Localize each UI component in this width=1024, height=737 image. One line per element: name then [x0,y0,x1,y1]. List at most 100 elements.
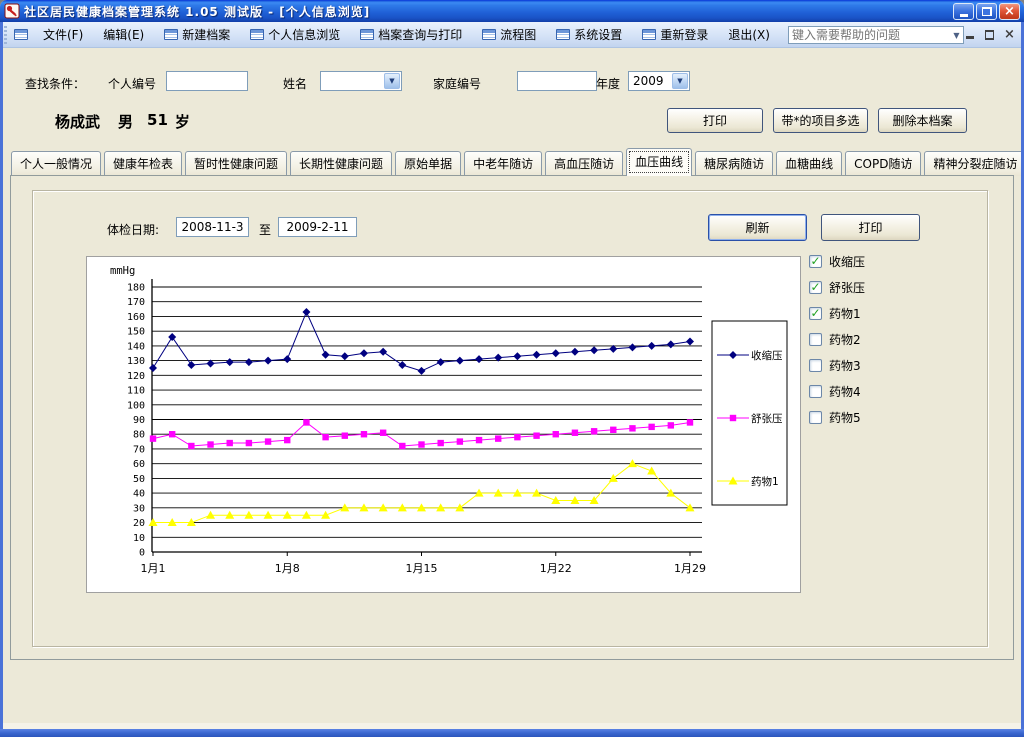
tab-diabetes-followup[interactable]: 糖尿病随访 [695,151,773,176]
menu-item-exit[interactable]: 退出(X) [719,23,779,46]
svg-text:140: 140 [127,341,145,352]
svg-text:10: 10 [133,533,145,544]
svg-text:药物1: 药物1 [751,475,779,488]
checkbox-label-drug4: 药物4 [829,383,861,400]
year-combobox-arrow-icon[interactable]: ▼ [672,73,688,89]
checkbox-drug2[interactable] [809,333,822,346]
checkbox-drug4[interactable] [809,385,822,398]
print-chart-button[interactable]: 打印 [821,214,920,241]
patient-info: 杨成武 男 51 岁 [55,111,190,132]
checkbox-systolic[interactable]: ✓ [809,255,822,268]
family-id-label: 家庭编号 [433,75,481,92]
tab-schizophrenia-followup[interactable]: 精神分裂症随访 [924,151,1024,176]
window-border-left [0,22,3,737]
year-combobox[interactable]: 2009 ▼ [628,71,690,91]
help-dropdown-icon[interactable]: ▼ [950,31,963,40]
child-restore-icon [985,31,994,39]
svg-text:110: 110 [127,386,145,397]
checkbox-row-drug1: ✓药物1 [809,300,865,326]
menu-item-relogin[interactable]: 重新登录 [633,23,717,46]
menu-item-record-query-print[interactable]: 档案查询与打印 [351,23,471,46]
minimize-icon [960,14,968,17]
refresh-button[interactable]: 刷新 [708,214,807,241]
delete-record-button[interactable]: 删除本档案 [878,108,967,133]
form-icon [250,29,264,40]
form-icon [482,29,496,40]
patient-age-unit: 岁 [175,111,190,132]
personal-id-input[interactable] [166,71,248,91]
checkbox-drug5[interactable] [809,411,822,424]
checkbox-row-drug3: 药物3 [809,352,865,378]
svg-text:50: 50 [133,474,145,485]
title-bar: 社区居民健康档案管理系统 1.05 测试版 - [个人信息浏览] × [0,0,1024,22]
tab-middle-aged-followup[interactable]: 中老年随访 [464,151,542,176]
window-border-bottom [0,729,1024,737]
checkbox-row-drug2: 药物2 [809,326,865,352]
checkbox-drug3[interactable] [809,359,822,372]
menu-item-edit[interactable]: 编辑(E) [94,23,153,46]
checkbox-drug1[interactable]: ✓ [809,307,822,320]
name-combobox-arrow-icon[interactable]: ▼ [384,73,400,89]
print-record-button[interactable]: 打印 [667,108,763,133]
checkbox-row-drug5: 药物5 [809,404,865,430]
checkbox-row-diastolic: ✓舒张压 [809,274,865,300]
svg-text:收缩压: 收缩压 [751,349,783,362]
child-window-icon [14,29,28,40]
bp-curve-inner-panel: 体检日期: 至 刷新 打印 01020304050607080901001101… [32,190,988,647]
date-from-input[interactable] [176,217,249,237]
tab-copd-followup[interactable]: COPD随访 [845,151,921,176]
tab-long-term-health-issues[interactable]: 长期性健康问题 [290,151,392,176]
child-close-button[interactable]: × [1003,27,1016,42]
svg-text:mmHg: mmHg [110,265,135,277]
app-window: 社区居民健康档案管理系统 1.05 测试版 - [个人信息浏览] × 文件(F)… [0,0,1024,737]
svg-text:舒张压: 舒张压 [751,412,783,425]
help-search-box: ▼ [788,26,964,44]
menu-item-label: 档案查询与打印 [378,26,462,43]
date-to-input[interactable] [278,217,357,237]
tab-original-receipts[interactable]: 原始单据 [395,151,461,176]
svg-text:150: 150 [127,327,145,338]
svg-text:160: 160 [127,312,145,323]
child-restore-button[interactable] [983,27,996,42]
svg-text:1月15: 1月15 [406,562,438,575]
bp-chart-svg: 0102030405060708090100110120130140150160… [87,257,800,592]
tab-general-info[interactable]: 个人一般情况 [11,151,101,176]
window-title: 社区居民健康档案管理系统 1.05 测试版 - [个人信息浏览] [24,3,370,20]
menu-item-file[interactable]: 文件(F) [34,23,92,46]
family-id-input[interactable] [517,71,597,91]
toolbar-grip-icon[interactable] [3,26,8,44]
svg-text:20: 20 [133,518,145,529]
tab-temporary-health-issues[interactable]: 暂时性健康问题 [185,151,287,176]
menu-item-flowchart[interactable]: 流程图 [473,23,545,46]
name-label: 姓名 [283,75,307,92]
svg-text:1月8: 1月8 [275,562,300,575]
name-combobox[interactable]: ▼ [320,71,402,91]
menu-item-personal-info-browse[interactable]: 个人信息浏览 [241,23,349,46]
restore-button[interactable] [976,3,997,20]
multi-select-button[interactable]: 带*的项目多选 [773,108,868,133]
help-search-input[interactable] [789,28,950,42]
form-icon [556,29,570,40]
app-icon [4,3,20,19]
menu-item-label: 流程图 [500,26,536,43]
svg-text:40: 40 [133,489,145,500]
tab-glucose-curve[interactable]: 血糖曲线 [776,151,842,176]
menu-item-new-record[interactable]: 新建档案 [155,23,239,46]
checkbox-row-systolic: ✓收缩压 [809,248,865,274]
to-label: 至 [259,221,271,238]
tab-bp-curve[interactable]: 血压曲线 [626,148,692,176]
svg-text:1月29: 1月29 [674,562,706,575]
tab-annual-checkup[interactable]: 健康年检表 [104,151,182,176]
child-minimize-button[interactable] [963,27,976,42]
svg-text:170: 170 [127,297,145,308]
menu-item-label: 编辑(E) [103,26,144,43]
minimize-button[interactable] [953,3,974,20]
tab-hypertension-followup[interactable]: 高血压随访 [545,151,623,176]
checkbox-diastolic[interactable]: ✓ [809,281,822,294]
close-button[interactable]: × [999,3,1020,20]
menu-item-system-settings[interactable]: 系统设置 [547,23,631,46]
svg-text:130: 130 [127,356,145,367]
child-close-icon: × [1004,28,1015,41]
menu-item-label: 重新登录 [660,26,708,43]
bp-chart: 0102030405060708090100110120130140150160… [86,256,801,593]
